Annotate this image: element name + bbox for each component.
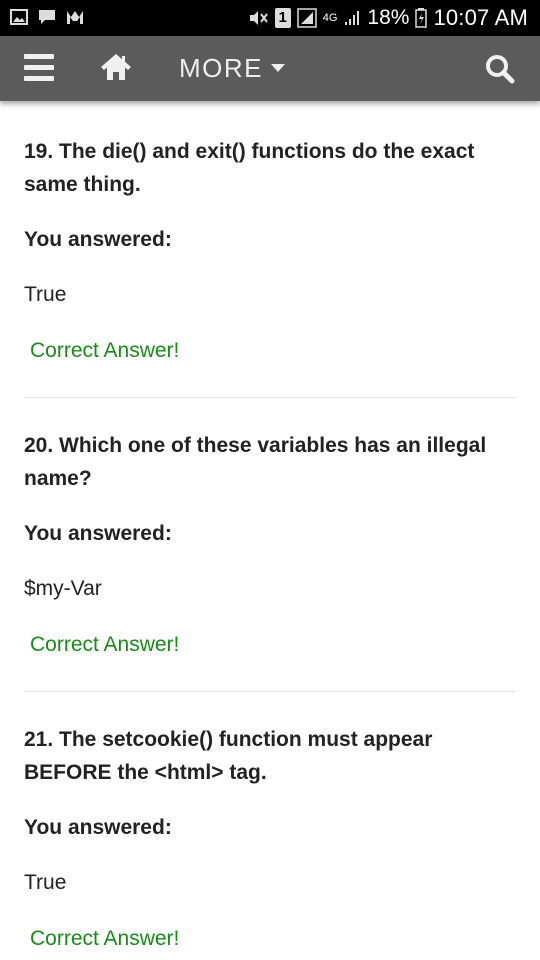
you-answered-label: You answered: [24,522,172,545]
answer-value: True [24,283,67,306]
signal-strength-icon [345,11,360,25]
hamburger-menu-button[interactable] [24,54,54,82]
clock: 10:07 AM [433,5,528,30]
answer-value: True [24,871,67,894]
top-nav-bar: MORE [0,36,540,101]
status-bar: 1 4G 18% 10:07 AM [0,0,540,36]
quiz-result-item: 21. The setcookie() function must appear… [24,692,516,960]
question-text: 21. The setcookie() function must appear… [24,728,433,784]
result-status: Correct Answer! [30,633,180,656]
signal-icon [296,8,317,28]
you-answered-label: You answered: [24,816,172,839]
battery-icon [415,8,428,28]
quiz-result-item: 19. The die() and exit() functions do th… [24,101,516,398]
sim-slot-badge: 1 [274,8,291,28]
app-logo-icon [67,11,83,24]
gallery-icon [10,9,28,25]
result-status: Correct Answer! [30,927,180,950]
menu-bar-middle [24,65,54,70]
notification-icons [10,8,84,26]
answer-value: $my-Var [24,577,102,600]
question-text: 20. Which one of these variables has an … [24,434,487,490]
quiz-result-item: 20. Which one of these variables has an … [24,398,516,692]
chat-icon [39,10,55,24]
home-icon[interactable] [100,52,132,82]
menu-bar-top [24,54,54,59]
battery-percent: 18% [367,6,410,29]
you-answered-label: You answered: [24,228,172,251]
network-type-label: 4G [322,11,338,24]
more-label: MORE [179,52,263,83]
chevron-down-icon [271,64,285,72]
mute-icon [249,11,268,25]
search-icon[interactable] [484,53,516,85]
result-status: Correct Answer! [30,339,180,362]
more-dropdown-button[interactable]: MORE [179,53,285,83]
system-status: 1 4G 18% 10:07 AM [247,5,528,31]
question-text: 19. The die() and exit() functions do th… [24,140,475,196]
quiz-results-list: 19. The die() and exit() functions do th… [24,101,516,960]
menu-bar-bottom [24,76,54,81]
